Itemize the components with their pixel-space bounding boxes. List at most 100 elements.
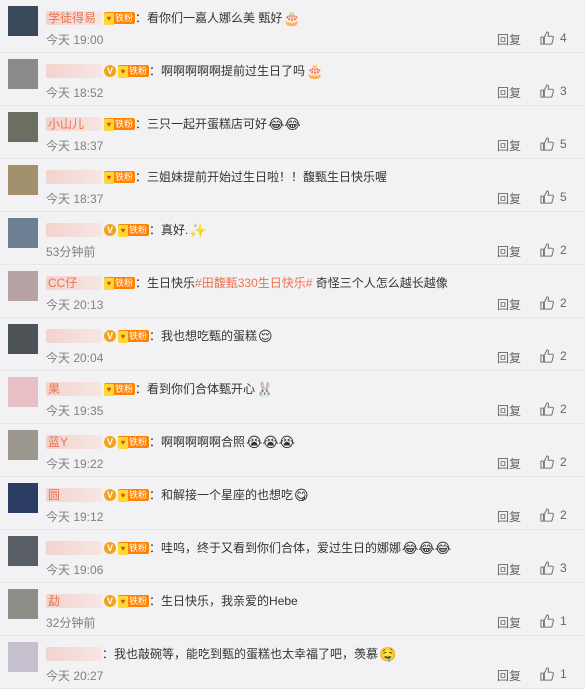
reply-button[interactable]: 回复 <box>497 667 521 684</box>
fan-badge: ♥ 铁粉 <box>104 382 136 396</box>
username[interactable]: 小山儿 <box>46 116 102 131</box>
like-button[interactable]: 5 <box>540 189 567 204</box>
thumbs-up-icon <box>540 137 554 151</box>
comment-time: 今天 19:35 <box>46 404 104 418</box>
fan-badge: ♥ 铁粉 <box>118 541 150 555</box>
username[interactable] <box>46 169 102 184</box>
username[interactable]: 果 <box>46 381 102 396</box>
like-count: 2 <box>560 507 567 522</box>
avatar[interactable] <box>8 536 38 566</box>
username[interactable] <box>46 328 102 343</box>
colon-separator: ： <box>135 10 148 25</box>
fan-badge: ♥ 铁粉 <box>118 64 150 78</box>
username[interactable]: 学徒得易 <box>46 10 102 25</box>
avatar[interactable] <box>8 642 38 672</box>
fan-badge-label: 铁粉 <box>129 595 148 606</box>
emoji-icon: ✨ <box>189 221 207 238</box>
thumbs-up-icon <box>540 31 554 45</box>
fan-badge: ♥ 铁粉 <box>104 117 136 131</box>
avatar[interactable] <box>8 6 38 36</box>
comment-time: 53分钟前 <box>46 245 96 259</box>
like-button[interactable]: 3 <box>540 560 567 575</box>
reply-button[interactable]: 回复 <box>497 84 521 101</box>
colon-separator: ： <box>149 487 162 502</box>
reply-button[interactable]: 回复 <box>497 349 521 366</box>
avatar[interactable] <box>8 430 38 460</box>
comment-item: 学徒得易 ♥ 铁粉 ：看你们一嘉人娜么美 甄好🎂 今天 19:00 回复 4 <box>0 0 585 53</box>
username[interactable]: 圆 <box>46 487 102 502</box>
fan-badge: ♥ 铁粉 <box>104 11 136 25</box>
like-button[interactable]: 2 <box>540 507 567 522</box>
like-button[interactable]: 1 <box>540 613 567 628</box>
like-count: 1 <box>560 613 567 628</box>
comment-line: 学徒得易 ♥ 铁粉 ：看你们一嘉人娜么美 甄好🎂 <box>46 8 301 26</box>
fan-badge-icon: ♥ <box>118 224 128 237</box>
fan-badge-label: 铁粉 <box>129 436 148 447</box>
like-button[interactable]: 2 <box>540 454 567 469</box>
like-button[interactable]: 2 <box>540 295 567 310</box>
reply-button[interactable]: 回复 <box>497 402 521 419</box>
comment-line: 勐 V ♥ 铁粉 ：生日快乐，我亲爱的Hebe <box>46 591 298 609</box>
username[interactable] <box>46 540 102 555</box>
like-button[interactable]: 2 <box>540 348 567 363</box>
username[interactable]: 蓝Y <box>46 434 102 449</box>
fan-badge-icon: ♥ <box>104 118 114 131</box>
username[interactable] <box>46 222 102 237</box>
like-button[interactable]: 1 <box>540 666 567 681</box>
comment-time: 今天 19:12 <box>46 510 104 524</box>
colon-separator: ： <box>149 434 162 449</box>
fan-badge-label: 铁粉 <box>129 542 148 553</box>
emoji-icon: 😌 <box>258 327 273 344</box>
like-button[interactable]: 5 <box>540 136 567 151</box>
fan-badge-icon: ♥ <box>118 595 128 608</box>
avatar[interactable] <box>8 271 38 301</box>
fan-badge-label: 铁粉 <box>115 118 134 129</box>
comment-text: 看你们一嘉人娜么美 甄好 <box>147 10 283 25</box>
reply-button[interactable]: 回复 <box>497 508 521 525</box>
thumbs-up-icon <box>540 667 554 681</box>
comment-text-after: 奇怪三个人怎么越长越像 <box>312 275 448 290</box>
like-button[interactable]: 2 <box>540 401 567 416</box>
username[interactable] <box>46 646 102 661</box>
like-button[interactable]: 4 <box>540 30 567 45</box>
reply-button[interactable]: 回复 <box>497 243 521 260</box>
reply-button[interactable]: 回复 <box>497 455 521 472</box>
comment-text: 和解接一个星座的也想吃 <box>161 487 294 502</box>
fan-badge: ♥ 铁粉 <box>118 594 150 608</box>
reply-button[interactable]: 回复 <box>497 296 521 313</box>
avatar[interactable] <box>8 218 38 248</box>
comment-text: 啊啊啊啊啊提前过生日了吗 <box>161 63 306 78</box>
verified-icon: V <box>104 435 116 448</box>
like-count: 2 <box>560 295 567 310</box>
username[interactable]: CC仔 <box>46 275 102 290</box>
reply-button[interactable]: 回复 <box>497 614 521 631</box>
avatar[interactable] <box>8 483 38 513</box>
emoji-icon: 😋 <box>294 486 309 503</box>
thumbs-up-icon <box>540 190 554 204</box>
colon-separator: ： <box>149 222 162 237</box>
comment-text: 三只一起开蛋糕店可好 <box>147 116 268 131</box>
fan-badge-icon: ♥ <box>118 436 128 449</box>
avatar[interactable] <box>8 324 38 354</box>
avatar[interactable] <box>8 377 38 407</box>
username[interactable] <box>46 63 102 78</box>
avatar[interactable] <box>8 112 38 142</box>
username[interactable]: 勐 <box>46 593 102 608</box>
reply-button[interactable]: 回复 <box>497 561 521 578</box>
verified-icon: V <box>104 329 116 342</box>
like-button[interactable]: 2 <box>540 242 567 257</box>
reply-button[interactable]: 回复 <box>497 190 521 207</box>
fan-badge-icon: ♥ <box>118 542 128 555</box>
fan-badge: ♥ 铁粉 <box>118 435 150 449</box>
comment-line: V ♥ 铁粉 ：哇呜，终于又看到你们合体，爱过生日的娜娜😂😂😂 <box>46 538 451 556</box>
reply-button[interactable]: 回复 <box>497 31 521 48</box>
thumbs-up-icon <box>540 349 554 363</box>
emoji-icon: 🎂 <box>306 62 324 79</box>
avatar[interactable] <box>8 589 38 619</box>
avatar[interactable] <box>8 165 38 195</box>
avatar[interactable] <box>8 59 38 89</box>
hashtag-link[interactable]: #田馥甄330生日快乐# <box>195 276 312 290</box>
reply-button[interactable]: 回复 <box>497 137 521 154</box>
like-button[interactable]: 3 <box>540 83 567 98</box>
comment-text: 三姐妹提前开始过生日啦！！馥甄生日快乐喔 <box>147 169 388 184</box>
